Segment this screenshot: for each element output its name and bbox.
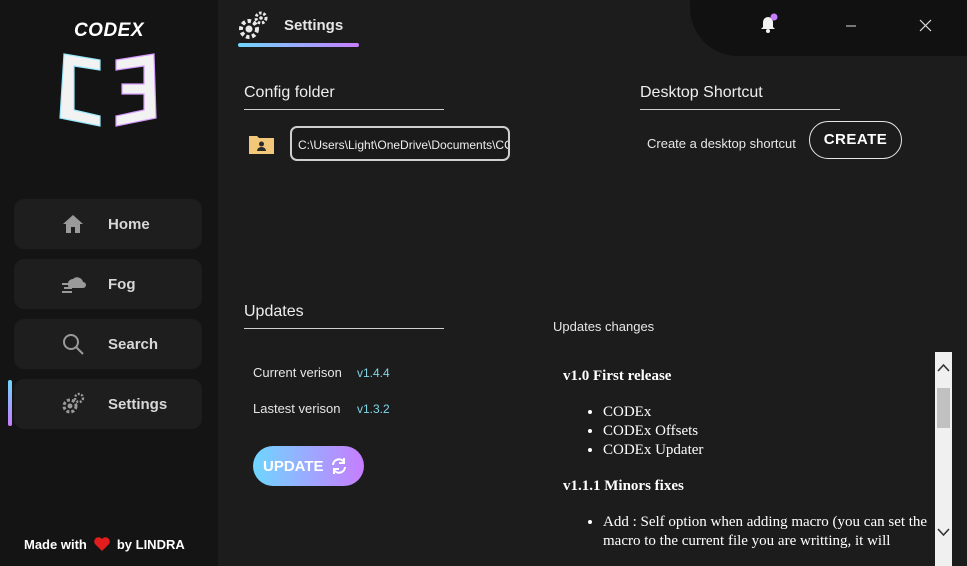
sidebar-item-search[interactable]: Search — [14, 319, 202, 369]
active-indicator — [8, 380, 12, 426]
updates-heading: Updates — [244, 303, 304, 320]
changelog-panel[interactable]: v1.0 First release CODEx CODEx Offsets C… — [545, 352, 935, 566]
changelog-item: CODEx Offsets — [603, 422, 935, 441]
search-icon — [63, 334, 84, 355]
sidebar-item-fog[interactable]: Fog — [14, 259, 202, 309]
desktop-shortcut-heading: Desktop Shortcut — [640, 84, 763, 101]
author-text: by LINDRA — [116, 536, 185, 552]
changelog-list: Add : Self option when adding macro (you… — [545, 513, 935, 551]
changelog-scrollbar[interactable] — [935, 352, 952, 566]
current-version-label: Current verison — [253, 365, 342, 380]
config-path-input[interactable]: C:\Users\Light\OneDrive\Documents\CODEX — [290, 126, 510, 161]
made-with-footer: Made with by LINDRA — [24, 536, 185, 552]
config-folder-heading: Config folder — [244, 84, 335, 101]
user-folder-icon[interactable] — [248, 133, 275, 155]
settings-gear-icon — [239, 11, 268, 39]
app-brand: CODEX — [73, 20, 145, 41]
changelog-entry-title: v1.1.1 Minors fixes — [563, 478, 684, 494]
update-button-label: UPDATE — [263, 457, 324, 475]
changelog-list: CODEx CODEx Offsets CODEx Updater — [545, 403, 935, 460]
sidebar-item-settings[interactable]: Settings — [14, 379, 202, 429]
divider — [244, 328, 444, 329]
latest-version-label: Lastest verison — [253, 401, 341, 416]
latest-version-value: v1.3.2 — [357, 402, 390, 416]
scroll-down-arrow-icon[interactable] — [935, 524, 952, 540]
fog-icon — [62, 277, 86, 293]
shortcut-description: Create a desktop shortcut — [647, 136, 796, 151]
minimize-icon[interactable] — [845, 20, 857, 32]
codex-logo — [59, 53, 157, 127]
scrollbar-thumb[interactable] — [937, 388, 950, 428]
bell-icon[interactable] — [757, 13, 779, 35]
page-title: Settings — [284, 17, 344, 34]
changelog-item: CODEx Updater — [603, 441, 935, 460]
changelog-item: Add : Self option when adding macro (you… — [603, 513, 935, 551]
changelog-item: CODEx — [603, 403, 935, 422]
sidebar-item-label: Fog — [108, 275, 136, 293]
heart-icon — [94, 537, 110, 551]
changelog-entry-title: v1.0 First release — [563, 368, 672, 384]
updates-changes-label: Updates changes — [553, 319, 655, 334]
update-button[interactable]: UPDATE — [253, 446, 364, 486]
scroll-up-arrow-icon[interactable] — [935, 360, 952, 376]
sidebar-item-label: Home — [108, 215, 150, 233]
gear-icon — [62, 392, 85, 414]
sidebar-item-label: Settings — [108, 395, 168, 413]
close-icon[interactable] — [919, 19, 932, 32]
home-icon — [63, 215, 83, 233]
sidebar-item-home[interactable]: Home — [14, 199, 202, 249]
divider — [244, 109, 444, 110]
refresh-icon — [331, 458, 346, 474]
made-with-text: Made with — [24, 536, 87, 552]
divider — [640, 109, 840, 110]
page-title-underline — [238, 43, 359, 47]
sidebar: CODEX Home Fog Search Settings Made with… — [0, 0, 218, 566]
current-version-value: v1.4.4 — [357, 366, 390, 380]
create-shortcut-button[interactable]: CREATE — [809, 121, 902, 159]
sidebar-item-label: Search — [108, 335, 159, 353]
